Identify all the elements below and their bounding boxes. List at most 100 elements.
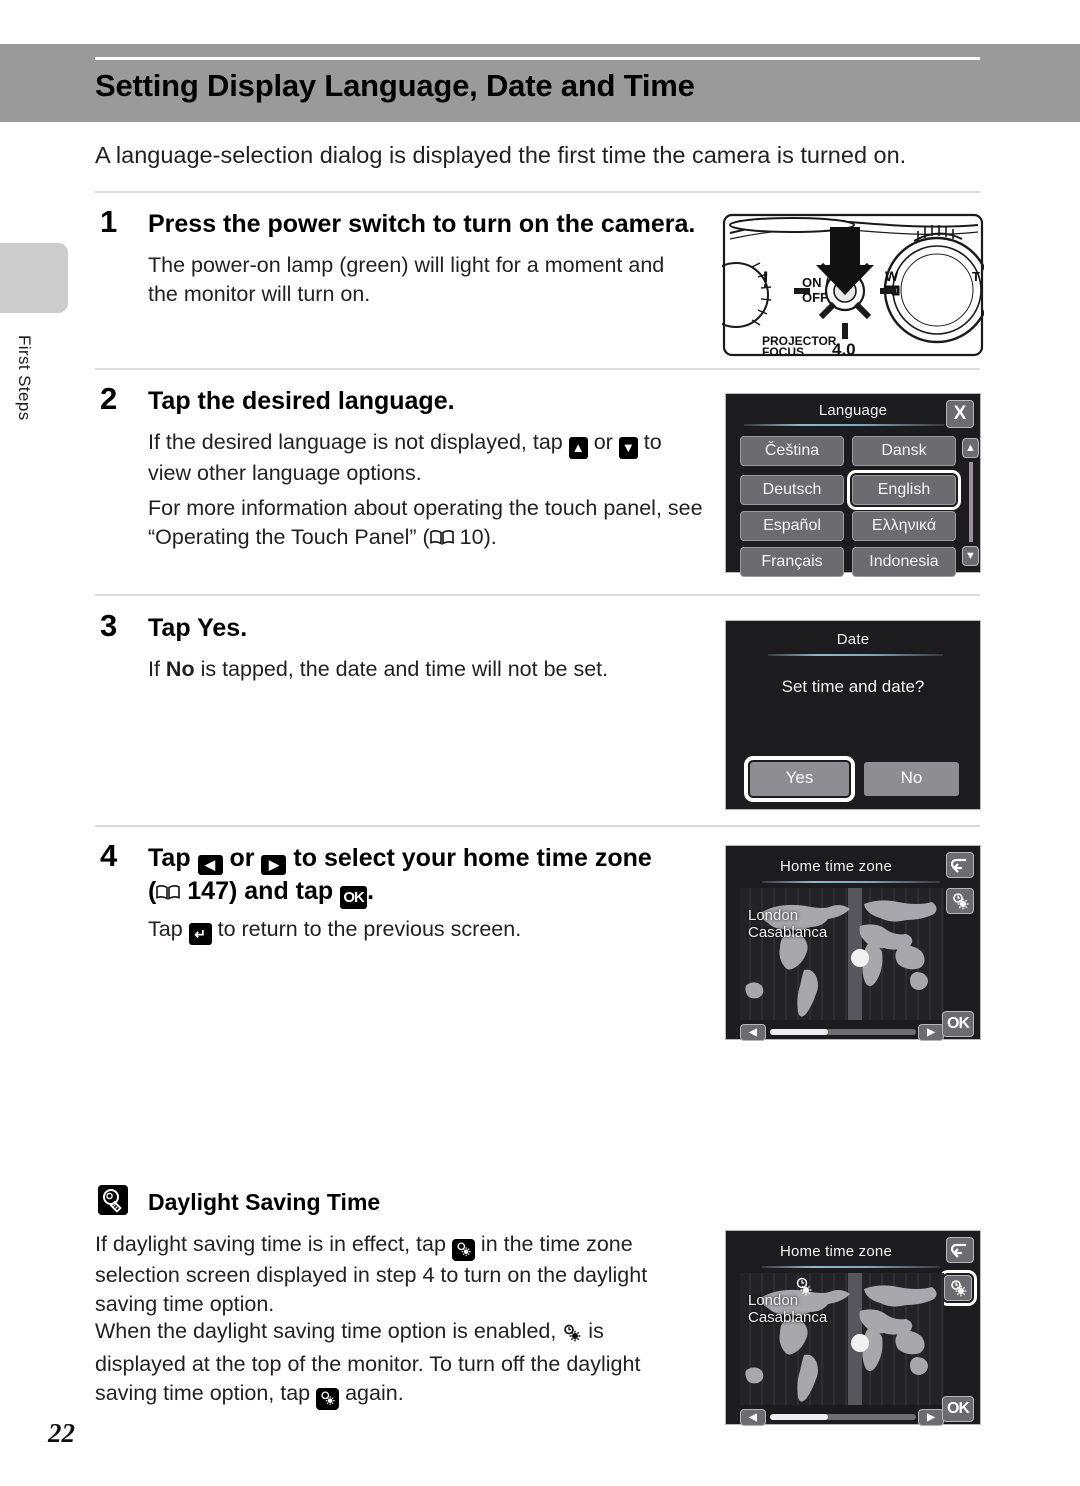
language-option-dansk[interactable]: Dansk bbox=[852, 436, 956, 466]
svg-text:OFF: OFF bbox=[802, 290, 828, 305]
daylight-saving-icon-button-1[interactable] bbox=[946, 888, 974, 914]
up-triangle-icon: ▲ bbox=[568, 437, 588, 459]
daylight-saving-icon-inline-2 bbox=[316, 1388, 340, 1411]
date-screen-rule bbox=[768, 654, 943, 656]
page-number: 22 bbox=[48, 1418, 75, 1448]
svg-text:T: T bbox=[972, 269, 980, 284]
divider-step4 bbox=[95, 825, 980, 827]
step-2-body-1-mid: or bbox=[587, 430, 619, 454]
divider-step3 bbox=[95, 594, 980, 596]
svg-text:4.0: 4.0 bbox=[832, 340, 856, 357]
language-screen: Language X Čeština Dansk Deutsch English… bbox=[725, 393, 981, 577]
step-2-body-2-page: 10 bbox=[459, 525, 484, 550]
step-2-title: Tap the desired language. bbox=[148, 387, 455, 415]
scrollbar-track[interactable] bbox=[969, 462, 973, 542]
no-button[interactable]: No bbox=[864, 762, 959, 796]
daylight-saving-indicator-icon bbox=[562, 1321, 582, 1350]
divider-step2 bbox=[95, 368, 980, 370]
tip-title: Daylight Saving Time bbox=[148, 1189, 381, 1215]
step-4-title-l2-post: . bbox=[367, 877, 375, 905]
section-tab-block bbox=[0, 243, 68, 313]
timezone-prev-button-2[interactable]: ◀ bbox=[740, 1409, 766, 1426]
return-icon-button-2[interactable] bbox=[946, 1237, 974, 1263]
step-2-body-1: If the desired language is not displayed… bbox=[148, 428, 708, 488]
timezone-next-button-1[interactable]: ▶ bbox=[918, 1024, 944, 1041]
lightbulb-icon bbox=[98, 1185, 128, 1215]
step-4-title-pre: Tap bbox=[148, 844, 198, 872]
scroll-down-button[interactable]: ▼ bbox=[962, 546, 979, 566]
tip-paragraph-1: If daylight saving time is in effect, ta… bbox=[95, 1230, 695, 1319]
timezone-slider-fill-2 bbox=[770, 1414, 828, 1420]
timezone-next-button-2[interactable]: ▶ bbox=[918, 1409, 944, 1426]
step-1-body: The power-on lamp (green) will light for… bbox=[148, 253, 665, 307]
scroll-up-button[interactable]: ▲ bbox=[962, 438, 979, 458]
step-3-title: Tap Yes. bbox=[148, 612, 708, 645]
language-option-ellinika[interactable]: Ελληνικά bbox=[852, 511, 956, 541]
step-3-body-bold: No bbox=[165, 657, 195, 681]
step-4-title-l2-page: 147 bbox=[187, 877, 229, 905]
step-2-body-2-pre: For more information about operating the… bbox=[148, 496, 703, 550]
timezone-1-rule bbox=[762, 881, 940, 883]
step-3-title-bold: Yes bbox=[197, 614, 241, 642]
tip-p2-post: again. bbox=[339, 1381, 404, 1406]
step-3-body: If No is tapped, the date and time will … bbox=[148, 655, 708, 684]
step-4-title-l2-mid: ) and tap bbox=[229, 877, 341, 905]
timezone-1-city: London Casablanca bbox=[748, 907, 828, 941]
step-3-number: 3 bbox=[100, 608, 118, 643]
right-arrow-icon: ▶ bbox=[261, 855, 287, 875]
date-dialog-screen: Date Set time and date? Yes No bbox=[725, 620, 981, 810]
step-2-number: 2 bbox=[100, 381, 118, 416]
svg-text:W: W bbox=[885, 268, 899, 284]
step-4-title-l2-pre: ( bbox=[148, 877, 157, 905]
daylight-saving-icon-button-2[interactable] bbox=[939, 1270, 977, 1306]
section-tab-label: First Steps bbox=[15, 335, 34, 421]
timezone-prev-button-1[interactable]: ◀ bbox=[740, 1024, 766, 1041]
tip-p2-pre: When the daylight saving time option is … bbox=[95, 1319, 563, 1343]
step-4-title-mid: or bbox=[222, 844, 262, 872]
language-option-francais[interactable]: Français bbox=[740, 547, 844, 577]
svg-text:ON /: ON / bbox=[802, 275, 829, 290]
step-3-title-pre: Tap bbox=[148, 614, 198, 642]
date-screen-message: Set time and date? bbox=[781, 677, 925, 696]
home-timezone-screen-2: Home time zone London Casablanca ◀ ▶ OK bbox=[725, 1230, 981, 1426]
language-screen-title: Language bbox=[818, 402, 888, 419]
step-4-title-post: to select your home time zone bbox=[286, 844, 652, 872]
home-timezone-screen-1: Home time zone London Casablanca ◀ ▶ OK bbox=[725, 845, 981, 1041]
timezone-slider-fill-1 bbox=[770, 1029, 828, 1035]
manual-page: Setting Display Language, Date and Time … bbox=[0, 0, 1080, 1486]
camera-top-illustration: ON / OFF W T ! PROJECTOR FOCUS 4.0 bbox=[703, 205, 991, 359]
timezone-2-rule bbox=[762, 1266, 940, 1268]
yes-button[interactable]: Yes bbox=[744, 756, 855, 802]
divider-step1 bbox=[95, 191, 980, 193]
step-1-number: 1 bbox=[100, 204, 118, 239]
step-3-body-post: is tapped, the date and time will not be… bbox=[194, 657, 609, 681]
return-icon: ↵ bbox=[188, 923, 212, 945]
step-4-title: Tap ◀ or ▶ to select your home time zone… bbox=[148, 842, 708, 909]
timezone-1-title: Home time zone bbox=[779, 858, 892, 875]
language-option-deutsch[interactable]: Deutsch bbox=[740, 475, 844, 505]
language-option-cestina[interactable]: Čeština bbox=[740, 436, 844, 466]
svg-text:FOCUS: FOCUS bbox=[762, 345, 804, 357]
language-option-indonesia[interactable]: Indonesia bbox=[852, 547, 956, 577]
step-3-body-pre: If bbox=[148, 657, 166, 681]
language-option-espanol[interactable]: Español bbox=[740, 511, 844, 541]
close-icon[interactable]: X bbox=[946, 400, 974, 428]
ok-icon: OK bbox=[340, 886, 368, 909]
return-icon-button-1[interactable] bbox=[946, 852, 974, 878]
step-4-number: 4 bbox=[100, 838, 118, 873]
timezone-2-city: London Casablanca bbox=[748, 1292, 828, 1326]
down-triangle-icon: ▼ bbox=[618, 437, 638, 459]
book-reference-icon-2 bbox=[156, 884, 181, 901]
header-rule bbox=[95, 57, 980, 60]
step-4-body-post: to return to the previous screen. bbox=[211, 917, 522, 941]
tip-paragraph-2: When the daylight saving time option is … bbox=[95, 1317, 695, 1411]
language-screen-rule bbox=[744, 424, 944, 426]
language-option-english[interactable]: English bbox=[847, 470, 961, 510]
ok-button-1[interactable]: OK bbox=[942, 1011, 974, 1037]
book-reference-icon bbox=[429, 529, 454, 546]
intro-text: A language-selection dialog is displayed… bbox=[95, 142, 907, 168]
ok-button-2[interactable]: OK bbox=[942, 1396, 974, 1422]
step-2-body-2-post: ). bbox=[483, 525, 497, 550]
step-2-body-2: For more information about operating the… bbox=[148, 494, 708, 552]
tip-p1-pre: If daylight saving time is in effect, ta… bbox=[95, 1232, 452, 1256]
